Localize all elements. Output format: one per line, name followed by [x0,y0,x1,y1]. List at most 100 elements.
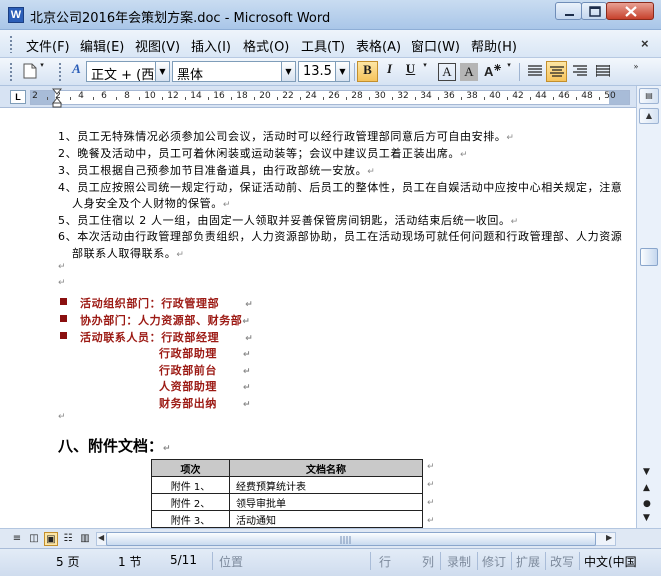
menu-edit[interactable]: 编辑(E) [80,36,124,55]
maximize-button[interactable] [581,2,607,20]
list-item-continuation: 部联系人取得联系。↵ [72,247,185,260]
previous-page-icon[interactable]: ▲ [643,483,650,493]
menu-table[interactable]: 表格(A) [356,36,401,55]
list-item: 2、晚餐及活动中，员工可着休闲装或运动装等；会议中建议员工着正装出席。↵ [58,147,469,160]
ruler-number: 14 [190,91,202,101]
ruler-toggle-icon[interactable]: ▤ [639,88,659,104]
close-button[interactable] [606,2,654,20]
underline-button[interactable]: U [400,61,421,82]
select-browse-object-icon[interactable]: ● [643,499,651,509]
character-border-button[interactable]: A [438,63,456,81]
status-extend[interactable]: 扩展 [516,553,540,570]
ruler-number: 32 [397,91,409,101]
toolbar-grip-2[interactable] [58,62,62,81]
indent-marker-icon[interactable] [52,88,62,108]
distributed-align-icon[interactable] [592,61,613,82]
ruler-tick [345,97,347,100]
status-column: 列 [422,555,435,569]
ruler-tick [299,97,301,100]
status-separator [545,552,546,570]
bold-button[interactable]: B [357,61,378,82]
status-page: 5 页 [56,555,80,569]
document-close-icon[interactable]: × [641,36,649,51]
minimize-button[interactable] [555,2,582,20]
horizontal-scroll-thumb[interactable] [106,532,596,546]
ruler-tick [598,97,600,100]
ruler-number: 20 [259,91,271,101]
list-item: 5、员工住宿以 2 人一组，由固定一人领取并妥善保管房间钥匙，活动结束后统一收回… [58,214,519,227]
table-row: 附件 3、 活动通知 [151,510,423,528]
character-shading-button[interactable]: A [460,63,478,81]
menu-file[interactable]: 文件(F) [26,36,70,55]
menu-insert[interactable]: 插入(I) [191,36,231,55]
status-language[interactable]: 中文(中国 [584,553,637,570]
menu-tools[interactable]: 工具(T) [301,36,345,55]
ruler-tick [115,97,117,100]
scroll-left-icon[interactable]: ◀ [98,533,104,542]
scroll-down-icon[interactable]: ▼ [643,467,650,477]
font-dropdown-icon[interactable]: ▼ [282,61,296,82]
toolbar-overflow-icon[interactable]: » [630,61,642,82]
menu-window[interactable]: 窗口(W) [411,36,460,55]
attachment-table[interactable]: 项次 文档名称 附件 1、 经费预算统计表 附件 2、 领导审批单 附件 3、 … [151,459,423,528]
document-page[interactable]: 1、员工无特殊情况必须参加公司会议，活动时可以经行政管理部同意后方可自由安排。↵… [0,108,636,528]
toolbar-options-icon[interactable]: ▾ [36,61,48,82]
italic-button[interactable]: I [379,61,400,82]
menu-help[interactable]: 帮助(H) [471,36,517,55]
ruler-number: 2 [32,91,38,101]
align-justify-icon[interactable] [524,61,545,82]
empty-paragraph-mark: ↵ [58,262,67,272]
table-row: 附件 1、 经费预算统计表 [151,476,423,494]
vertical-scrollbar[interactable]: ▤ ▲ ▼ ▲ ● ▼ [636,86,661,528]
status-record[interactable]: 录制 [447,553,471,570]
scroll-right-icon[interactable]: ▶ [606,533,612,542]
ruler-tick [46,97,48,100]
normal-view-icon[interactable]: ≡ [10,532,24,546]
horizontal-ruler[interactable]: 2 2 4 6 8 10 12 14 16 18 20 22 24 26 28 30 32 34 36 38 40 42 4… [30,90,630,105]
underline-dropdown-icon[interactable]: ▾ [419,61,431,82]
ruler-tick [207,97,209,100]
table-cell: 附件 1、 [151,476,230,494]
table-header-row: 项次 文档名称 [151,459,423,477]
outline-view-icon[interactable]: ☷ [61,532,75,546]
status-overtype[interactable]: 改写 [550,553,574,570]
reading-view-icon[interactable]: ▥ [78,532,92,546]
menu-view[interactable]: 视图(V) [135,36,180,55]
font-select[interactable]: 黑体 [172,61,282,82]
font-size-select[interactable]: 13.5 [298,61,336,82]
ruler-number: 18 [236,91,248,101]
align-center-icon[interactable] [546,61,567,82]
ruler-number: 8 [124,91,130,101]
font-effects-dropdown-icon[interactable]: ▾ [503,61,515,82]
menu-grip[interactable] [9,35,13,53]
empty-paragraph-mark: ↵ [58,278,67,288]
status-track-changes[interactable]: 修订 [482,553,506,570]
bullet-icon [60,332,67,339]
tab-selector[interactable]: L [10,90,26,104]
font-size-dropdown-icon[interactable]: ▼ [336,61,350,82]
ruler-number: 38 [466,91,478,101]
contact-name: 行政部助理 ↵ [159,347,252,360]
empty-paragraph-mark: ↵ [58,412,67,422]
list-item: 1、员工无特殊情况必须参加公司会议，活动时可以经行政管理部同意后方可自由安排。↵ [58,130,515,143]
ruler-tick [276,97,278,100]
styles-icon[interactable]: A [66,61,87,82]
word-app-icon[interactable]: W [8,7,24,23]
print-view-icon[interactable]: ▣ [44,532,58,546]
ruler-number: 42 [512,91,524,101]
font-effects-icon[interactable]: A [482,61,503,82]
menu-format[interactable]: 格式(O) [243,36,289,55]
toolbar-separator-2 [519,63,520,81]
list-item: 6、本次活动由行政管理部负责组织，人力资源部协助，员工在活动现场可就任何问题和行… [58,230,623,243]
align-right-icon[interactable] [569,61,590,82]
style-dropdown-icon[interactable]: ▼ [156,61,170,82]
ruler-number: 6 [101,91,107,101]
next-page-icon[interactable]: ▼ [643,513,650,523]
web-view-icon[interactable]: ◫ [27,532,41,546]
style-select[interactable]: 正文 + (西文 [86,61,156,82]
toolbar-grip[interactable] [9,62,13,81]
ruler-number: 40 [489,91,501,101]
scroll-thumb[interactable] [640,248,658,266]
minimize-icon [565,14,574,16]
scroll-up-icon[interactable]: ▲ [639,108,659,124]
